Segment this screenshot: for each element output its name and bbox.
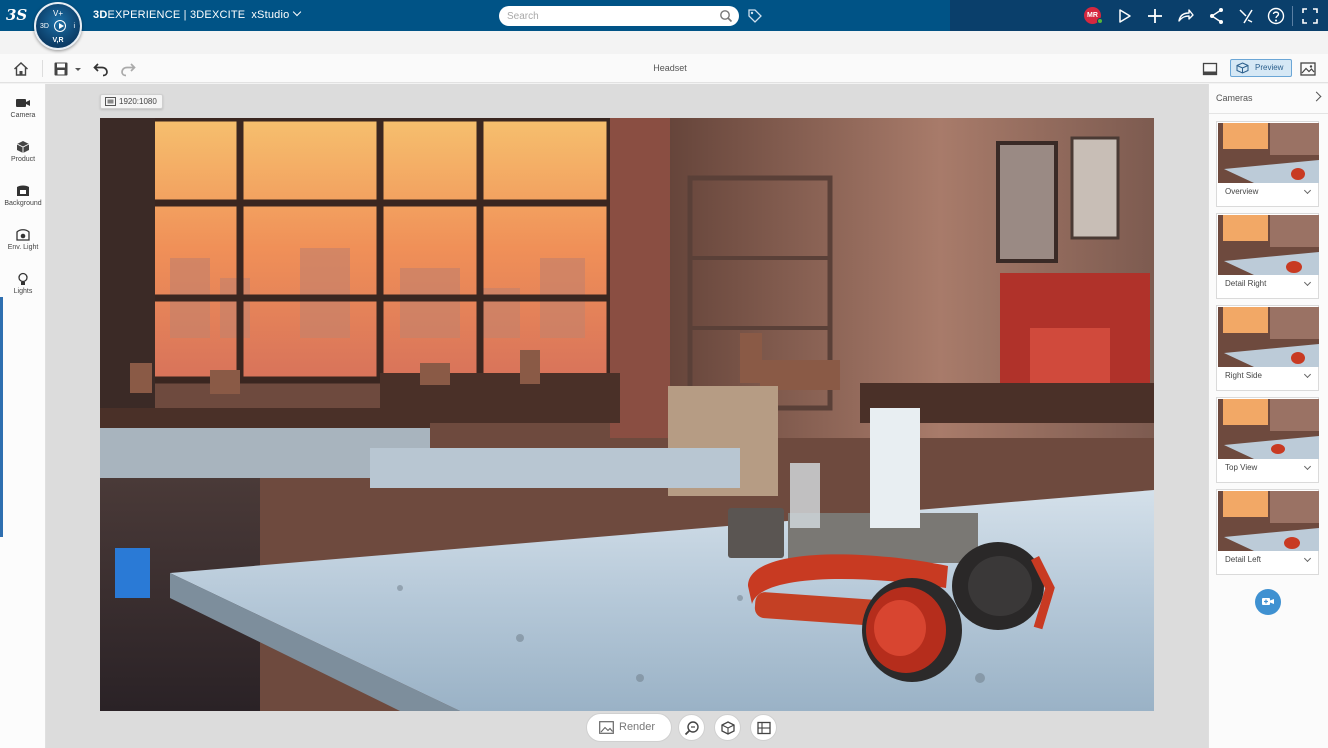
zoom-fit-button[interactable] <box>678 714 705 741</box>
scene-viewport[interactable] <box>100 118 1154 711</box>
forward-icon[interactable] <box>1175 6 1195 26</box>
preview-cube-icon <box>1236 62 1249 74</box>
fullscreen-icon[interactable] <box>1300 6 1320 26</box>
sidebar-item-env-light[interactable]: Env. Light <box>0 222 46 262</box>
chevron-down-icon[interactable] <box>1303 462 1312 471</box>
camera-thumbnail <box>1218 307 1319 367</box>
camera-label: Detail Left <box>1225 555 1262 564</box>
top-divider <box>1292 6 1293 26</box>
workshop-scene-image <box>100 118 1154 711</box>
camera-label: Detail Right <box>1225 279 1267 288</box>
render-image-icon <box>599 721 614 734</box>
preview-label: Preview <box>1255 63 1284 72</box>
chevron-down-icon[interactable] <box>1303 278 1312 287</box>
platform-brand[interactable]: 3DEXPERIENCE | 3DEXCITE xStudio <box>93 7 302 21</box>
layout-panel-icon[interactable] <box>1201 60 1219 78</box>
compass-top-label: V+ <box>52 9 63 18</box>
preview-button[interactable]: Preview <box>1230 59 1292 77</box>
search-input[interactable] <box>499 6 739 26</box>
env-light-icon <box>16 229 30 241</box>
camera-thumbnail <box>1218 123 1319 183</box>
ds-logo-icon[interactable]: 3S <box>6 5 30 25</box>
camera-icon <box>16 99 30 107</box>
resolution-badge[interactable]: 1920:1080 <box>100 94 163 109</box>
camera-card-right-side[interactable]: Right Side <box>1216 305 1319 391</box>
frame-grid-icon <box>757 721 771 735</box>
cube-view-icon <box>721 721 735 735</box>
cameras-panel-title: Cameras <box>1216 93 1253 103</box>
camera-label: Right Side <box>1225 371 1262 380</box>
compass-right-label: i <box>73 23 75 30</box>
compass-bottom-label: V,R <box>52 37 64 44</box>
share-play-icon[interactable] <box>1115 6 1135 26</box>
camera-card-overview[interactable]: Overview <box>1216 121 1319 207</box>
sidebar-item-label: Lights <box>13 288 33 295</box>
camera-card-detail-right[interactable]: Detail Right <box>1216 213 1319 299</box>
document-toolbar: Headset Preview <box>0 54 1328 83</box>
search-icon[interactable] <box>719 9 733 23</box>
app-name: xStudio <box>251 9 290 21</box>
chevron-down-icon[interactable] <box>1303 186 1312 195</box>
tools-icon[interactable] <box>1236 6 1256 26</box>
sidebar-item-product[interactable]: Product <box>0 134 46 174</box>
safe-frame-button[interactable] <box>750 714 777 741</box>
image-view-icon[interactable] <box>1299 60 1317 78</box>
help-icon[interactable] <box>1266 6 1286 26</box>
camera-thumbnail <box>1218 491 1319 551</box>
camera-label: Top View <box>1225 463 1258 472</box>
aspect-ratio-icon <box>105 97 116 106</box>
compass-widget[interactable]: V+ 3D i V,R <box>34 2 82 50</box>
left-sidebar: Camera Product Background Env. Light Lig… <box>0 84 46 748</box>
cameras-panel: Cameras Overview Detail Right Right Side… <box>1208 84 1328 748</box>
share-icon[interactable] <box>1207 6 1227 26</box>
sidebar-item-label: Env. Light <box>7 244 39 251</box>
zoom-icon <box>684 721 699 736</box>
chevron-down-icon[interactable] <box>1303 554 1312 563</box>
camera-thumbnail <box>1218 215 1319 275</box>
tag-icon[interactable] <box>747 8 763 24</box>
chevron-down-icon <box>293 7 302 17</box>
chevron-down-icon[interactable] <box>1303 370 1312 379</box>
camera-thumbnail <box>1218 399 1319 459</box>
brand-rest: EXPERIENCE | 3DEXCITE <box>107 9 246 21</box>
cube-icon <box>16 141 30 153</box>
add-camera-icon <box>1262 598 1274 605</box>
sidebar-item-lights[interactable]: Lights <box>0 266 46 306</box>
camera-label: Overview <box>1225 187 1259 196</box>
sidebar-item-label: Background <box>4 200 42 207</box>
resolution-text: 1920:1080 <box>119 97 157 106</box>
add-camera-button[interactable] <box>1255 589 1281 615</box>
sidebar-item-camera[interactable]: Camera <box>0 90 46 130</box>
brand-bold: 3D <box>93 9 108 21</box>
bulb-icon <box>18 272 28 285</box>
sidebar-item-background[interactable]: Background <box>0 178 46 218</box>
render-label: Render <box>619 721 656 733</box>
compass-play-icon <box>54 20 66 32</box>
sidebar-item-label: Camera <box>10 112 36 119</box>
panel-divider <box>1209 113 1328 114</box>
camera-card-detail-left[interactable]: Detail Left <box>1216 489 1319 575</box>
compass-left-label: 3D <box>40 23 49 30</box>
background-icon <box>17 185 29 196</box>
render-button[interactable]: Render <box>586 713 672 742</box>
sidebar-item-label: Product <box>10 156 36 163</box>
top-bar: 3S 3DEXPERIENCE | 3DEXCITExStudio MR <box>0 0 1328 31</box>
online-status-dot <box>1097 18 1103 24</box>
document-title: Headset <box>653 63 687 73</box>
camera-card-top-view[interactable]: Top View <box>1216 397 1319 483</box>
add-icon[interactable] <box>1145 6 1165 26</box>
sidebar-accent-bar <box>0 297 3 537</box>
chevron-right-icon[interactable] <box>1311 91 1322 102</box>
product-view-button[interactable] <box>714 714 741 741</box>
